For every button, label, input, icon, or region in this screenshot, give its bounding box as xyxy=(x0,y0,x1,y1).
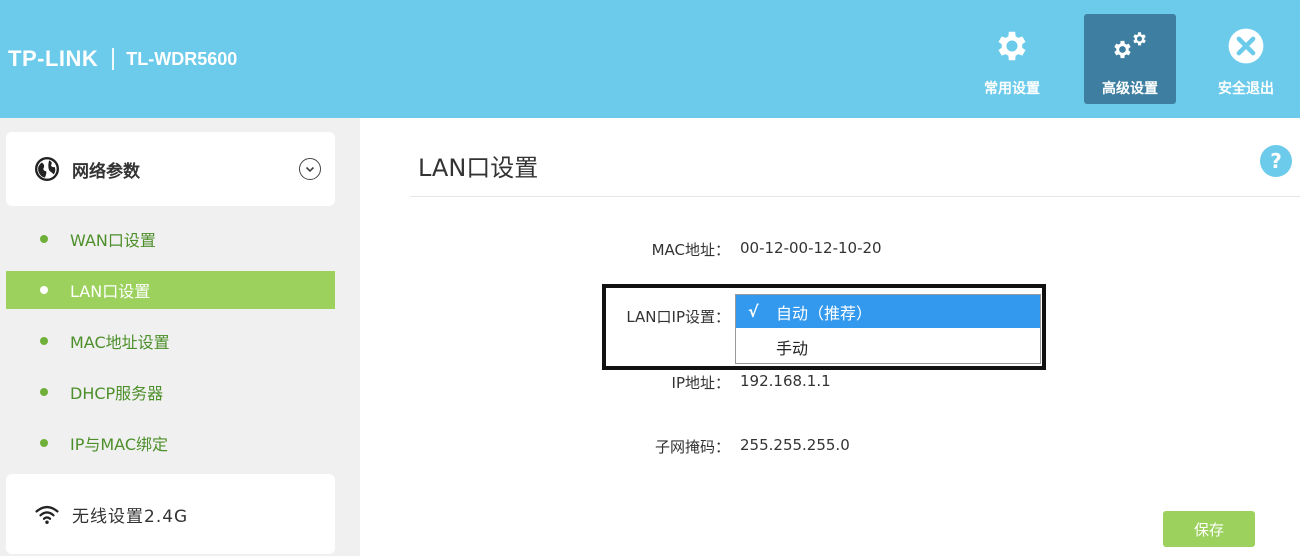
wifi-icon xyxy=(34,501,60,527)
model-name: TL-WDR5600 xyxy=(126,48,238,69)
top-header: TP-LINK TL-WDR5600 常用设置 高级设置 安全退出 xyxy=(0,0,1300,118)
main-panel: LAN口设置 ? MAC地址： 00-12-00-12-10-20 LAN口IP… xyxy=(360,118,1300,556)
sidebar-group-wireless[interactable]: 无线设置2.4G xyxy=(6,474,335,554)
brand: TP-LINK TL-WDR5600 xyxy=(8,44,237,74)
sidebar-item-ip-mac-binding[interactable]: IP与MAC绑定 xyxy=(6,424,335,462)
sidebar-item-label: LAN口设置 xyxy=(70,282,151,301)
nav-common-label: 常用设置 xyxy=(984,81,1040,97)
help-button[interactable]: ? xyxy=(1260,145,1292,177)
bullet-dot xyxy=(40,439,48,447)
sidebar-group-network-label: 网络参数 xyxy=(72,161,140,182)
dropdown-option-label: 自动（推荐） xyxy=(776,303,873,323)
page-title: LAN口设置 xyxy=(418,154,539,182)
bullet-dot xyxy=(40,235,48,243)
nav-common-settings[interactable]: 常用设置 xyxy=(966,14,1058,104)
mac-label: MAC地址： xyxy=(651,241,730,259)
close-icon xyxy=(1226,26,1266,66)
globe-icon xyxy=(34,156,60,182)
sidebar-item-lan[interactable]: LAN口设置 xyxy=(6,271,335,309)
ip-label: IP地址： xyxy=(671,374,730,392)
dropdown-option-label: 手动 xyxy=(776,338,809,358)
sidebar-item-label: DHCP服务器 xyxy=(70,384,164,403)
sidebar-item-label: WAN口设置 xyxy=(70,231,156,250)
sidebar-group-network[interactable]: 网络参数 xyxy=(6,132,335,206)
nav-logout[interactable]: 安全退出 xyxy=(1200,14,1292,104)
sidebar-item-label: MAC地址设置 xyxy=(70,333,170,352)
nav-advanced-label: 高级设置 xyxy=(1102,81,1158,97)
gear-icon xyxy=(992,26,1032,66)
bullet-dot xyxy=(40,286,48,294)
lan-ip-mode-dropdown[interactable]: √ 自动（推荐） 手动 xyxy=(735,294,1041,364)
brand-logo: TP-LINK xyxy=(8,46,99,71)
brand-separator xyxy=(112,48,115,70)
mask-label: 子网掩码： xyxy=(654,438,730,456)
dropdown-option-auto[interactable]: √ 自动（推荐） xyxy=(736,295,1040,328)
save-button[interactable]: 保存 xyxy=(1163,511,1255,547)
sidebar-item-wan[interactable]: WAN口设置 xyxy=(6,220,335,258)
nav-logout-label: 安全退出 xyxy=(1218,81,1274,97)
sidebar-group-wireless-label: 无线设置2.4G xyxy=(72,506,189,527)
sidebar: 网络参数 WAN口设置 LAN口设置 MAC地址设置 DHCP服务器 IP与MA… xyxy=(0,118,360,556)
bullet-dot xyxy=(40,337,48,345)
mask-value: 255.255.255.0 xyxy=(740,436,850,454)
nav-advanced-settings[interactable]: 高级设置 xyxy=(1084,14,1176,104)
chevron-down-icon[interactable] xyxy=(299,158,321,180)
sidebar-item-mac[interactable]: MAC地址设置 xyxy=(6,322,335,360)
bullet-dot xyxy=(40,388,48,396)
title-divider xyxy=(410,196,1300,197)
sidebar-item-label: IP与MAC绑定 xyxy=(70,435,169,454)
mac-value: 00-12-00-12-10-20 xyxy=(740,239,882,257)
sidebar-item-dhcp[interactable]: DHCP服务器 xyxy=(6,373,335,411)
ip-value: 192.168.1.1 xyxy=(740,372,831,390)
gears-icon xyxy=(1110,26,1150,66)
dropdown-option-manual[interactable]: 手动 xyxy=(736,330,1040,363)
check-icon: √ xyxy=(748,302,759,321)
